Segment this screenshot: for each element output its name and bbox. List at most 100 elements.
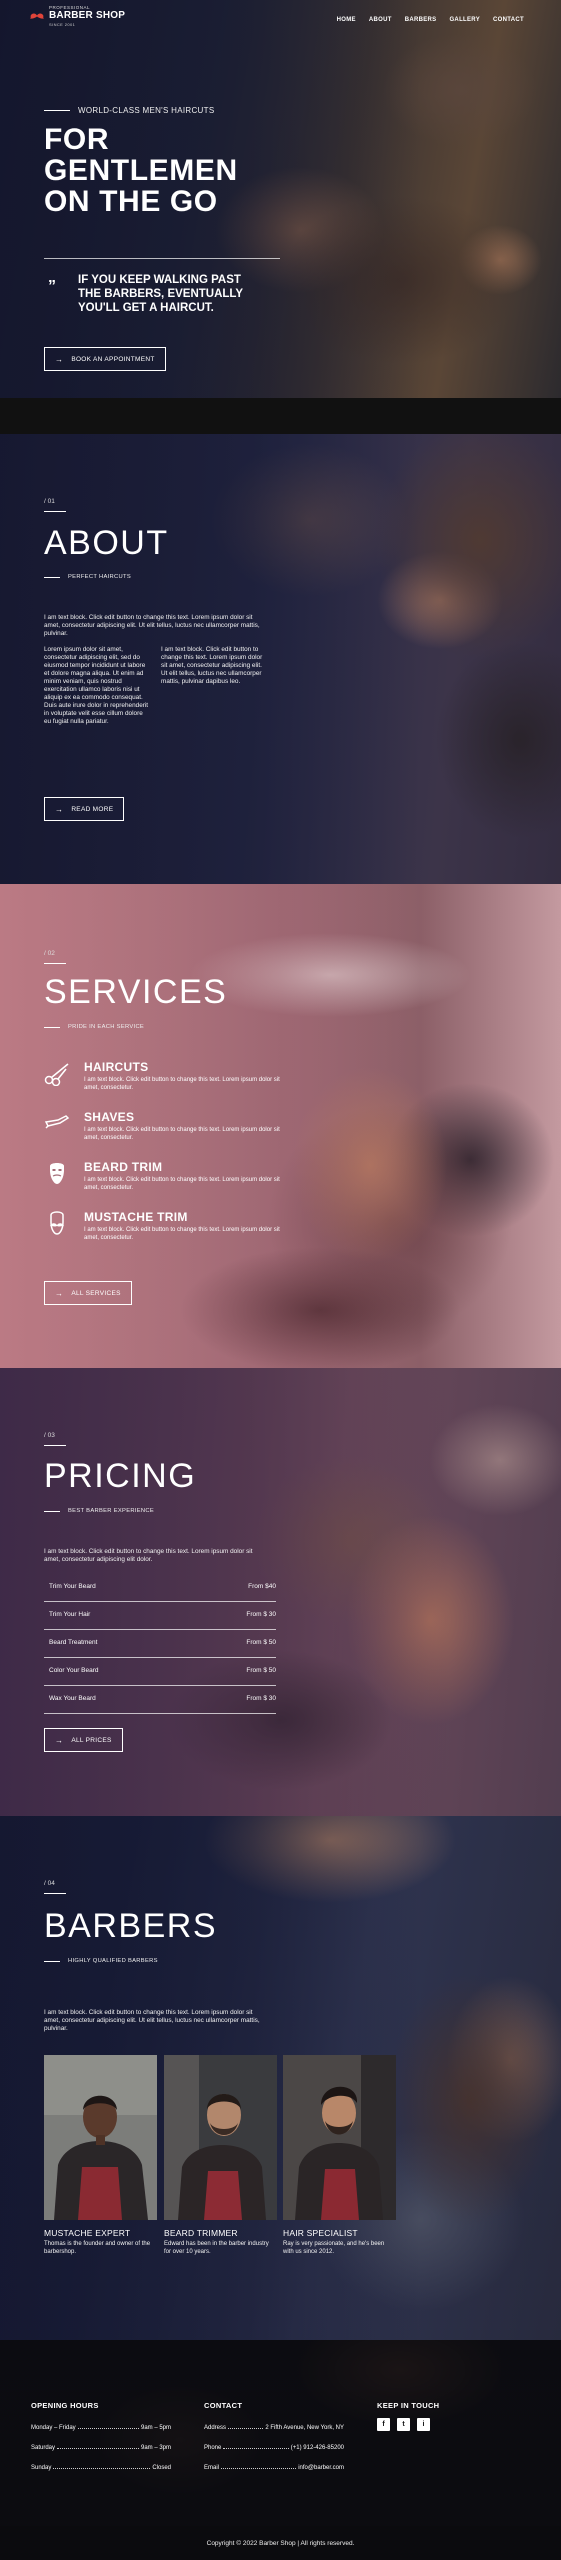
arrow-right-icon: →	[55, 354, 64, 364]
service-title: BEARD TRIM	[84, 1160, 163, 1174]
nav-about[interactable]: ABOUT	[369, 17, 392, 23]
contact-row: Email info@barber.com	[204, 2451, 344, 2471]
read-more-button[interactable]: → READ MORE	[44, 797, 125, 821]
about-title: ABOUT	[44, 524, 169, 562]
copyright-text: Copyright © 2022 Barber Shop | All right…	[206, 2539, 355, 2547]
service-text: I am text block. Click edit button to ch…	[84, 1177, 280, 1191]
nav-gallery[interactable]: GALLERY	[449, 17, 480, 23]
price-value: From $ 30	[246, 1695, 276, 1702]
barber-portrait	[44, 2055, 157, 2220]
services-subtitle-text: PRIDE IN EACH SERVICE	[68, 1024, 145, 1030]
contact-value[interactable]: info@barber.com	[298, 2465, 344, 2471]
barbers-section-number: / 04	[44, 1880, 55, 1887]
logo-name: BARBER SHOP	[49, 9, 126, 21]
barber-photo[interactable]	[283, 2055, 396, 2220]
about-column-2: I am text block. Click edit button to ch…	[161, 646, 263, 685]
price-value: From $ 50	[246, 1639, 276, 1646]
section-number-line	[44, 1893, 66, 1894]
hero-title-line: FOR	[44, 123, 110, 156]
barber-role: HAIR SPECIALIST	[283, 2228, 358, 2238]
service-title: SHAVES	[84, 1110, 135, 1124]
service-text: I am text block. Click edit button to ch…	[84, 1127, 280, 1141]
hero-title-line: GENTLEMEN	[44, 154, 238, 187]
all-services-button[interactable]: → ALL SERVICES	[44, 1281, 132, 1305]
services-section-number: / 02	[44, 950, 55, 957]
book-appointment-label: BOOK AN APPOINTMENT	[71, 355, 155, 363]
site-logo[interactable]: PROFESSIONAL BARBER SHOP SINCE 2001	[30, 5, 126, 27]
instagram-icon[interactable]: i	[417, 2418, 430, 2431]
hours-row: Saturday 9am – 3pm	[31, 2431, 171, 2451]
hours-row: Monday – Friday 9am – 5pm	[31, 2411, 171, 2431]
site-header: PROFESSIONAL BARBER SHOP SINCE 2001 HOME…	[0, 0, 561, 42]
service-text: I am text block. Click edit button to ch…	[84, 1227, 280, 1241]
barber-description: Thomas is the founder and owner of the b…	[44, 2241, 151, 2255]
contact-row: Phone (+1) 912-426-85200	[204, 2431, 344, 2451]
barbers-title: BARBERS	[44, 1907, 217, 1945]
barber-photo[interactable]	[44, 2055, 157, 2220]
copyright-bar: Copyright © 2022 Barber Shop | All right…	[0, 2526, 561, 2560]
price-value: From $40	[248, 1583, 276, 1590]
barbers-intro: I am text block. Click edit button to ch…	[44, 2009, 260, 2032]
barber-role: BEARD TRIMMER	[164, 2228, 238, 2238]
price-service: Color Your Beard	[49, 1667, 99, 1674]
hero-quote-line: YOU'LL GET A HAIRCUT.	[78, 302, 214, 314]
nav-barbers[interactable]: BARBERS	[405, 17, 437, 23]
hero-section: PROFESSIONAL BARBER SHOP SINCE 2001 HOME…	[0, 0, 561, 398]
hero-eyebrow: WORLD-CLASS MEN'S HAIRCUTS	[44, 106, 214, 115]
hero-divider	[44, 258, 280, 259]
twitter-icon[interactable]: t	[397, 2418, 410, 2431]
arrow-right-icon: →	[55, 1288, 64, 1298]
service-title: MUSTACHE TRIM	[84, 1210, 188, 1224]
opening-hours-title: OPENING HOURS	[31, 2401, 99, 2410]
quote-icon: ”	[48, 278, 56, 295]
logo-since: SINCE 2001	[49, 21, 76, 27]
section-number-line	[44, 511, 66, 512]
service-item[interactable]: SHAVES I am text block. Click edit butto…	[44, 1110, 284, 1154]
pricing-title: PRICING	[44, 1457, 197, 1495]
hours-day: Sunday	[31, 2465, 52, 2471]
hours-time: Closed	[152, 2465, 171, 2471]
service-item[interactable]: MUSTACHE TRIM I am text block. Click edi…	[44, 1210, 284, 1254]
hero-title-line: ON THE GO	[44, 185, 218, 218]
price-value: From $ 30	[246, 1611, 276, 1618]
all-prices-button[interactable]: → ALL PRICES	[44, 1728, 123, 1752]
section-number-line	[44, 963, 66, 964]
all-prices-label: ALL PRICES	[71, 1736, 112, 1744]
about-subtitle: PERFECT HAIRCUTS	[44, 574, 131, 580]
all-services-label: ALL SERVICES	[71, 1289, 121, 1297]
barber-role: MUSTACHE EXPERT	[44, 2228, 131, 2238]
arrow-right-icon: →	[55, 1735, 64, 1745]
main-nav: HOME ABOUT BARBERS GALLERY CONTACT	[337, 17, 524, 23]
scissors-icon	[44, 1063, 69, 1086]
nav-home[interactable]: HOME	[337, 17, 356, 23]
services-title: SERVICES	[44, 973, 228, 1011]
read-more-label: READ MORE	[71, 805, 114, 813]
barber-portrait	[283, 2055, 396, 2220]
barber-description: Edward has been in the barber industry f…	[164, 2241, 269, 2255]
pricing-section-number: / 03	[44, 1432, 55, 1439]
pricing-subtitle-text: BEST BARBER EXPERIENCE	[68, 1508, 155, 1514]
hero-quote-line: THE BARBERS, EVENTUALLY	[78, 288, 244, 300]
about-intro: I am text block. Click edit button to ch…	[44, 614, 260, 637]
nav-contact[interactable]: CONTACT	[493, 17, 524, 23]
arrow-right-icon: →	[55, 804, 64, 814]
services-subtitle: PRIDE IN EACH SERVICE	[44, 1024, 144, 1030]
book-appointment-button[interactable]: → BOOK AN APPOINTMENT	[44, 347, 166, 371]
price-row: Trim Your Beard From $40	[44, 1574, 276, 1602]
service-text: I am text block. Click edit button to ch…	[84, 1077, 280, 1091]
service-item[interactable]: BEARD TRIM I am text block. Click edit b…	[44, 1160, 284, 1204]
barber-photo[interactable]	[164, 2055, 277, 2220]
barber-description: Ray is very passionate, and he's been wi…	[283, 2241, 385, 2255]
contact-title: CONTACT	[204, 2401, 243, 2410]
contact-label: Email	[204, 2465, 220, 2471]
price-value: From $ 50	[246, 1667, 276, 1674]
eyebrow-line	[44, 110, 70, 111]
price-service: Beard Treatment	[49, 1639, 98, 1646]
section-number-line	[44, 1445, 66, 1446]
hero-quote: IF YOU KEEP WALKING PAST THE BARBERS, EV…	[78, 273, 298, 315]
hero-eyebrow-text: WORLD-CLASS MEN'S HAIRCUTS	[78, 106, 215, 115]
mustache-icon	[50, 1211, 64, 1235]
service-item[interactable]: HAIRCUTS I am text block. Click edit but…	[44, 1060, 284, 1104]
price-service: Trim Your Hair	[49, 1611, 91, 1618]
facebook-icon[interactable]: f	[377, 2418, 390, 2431]
